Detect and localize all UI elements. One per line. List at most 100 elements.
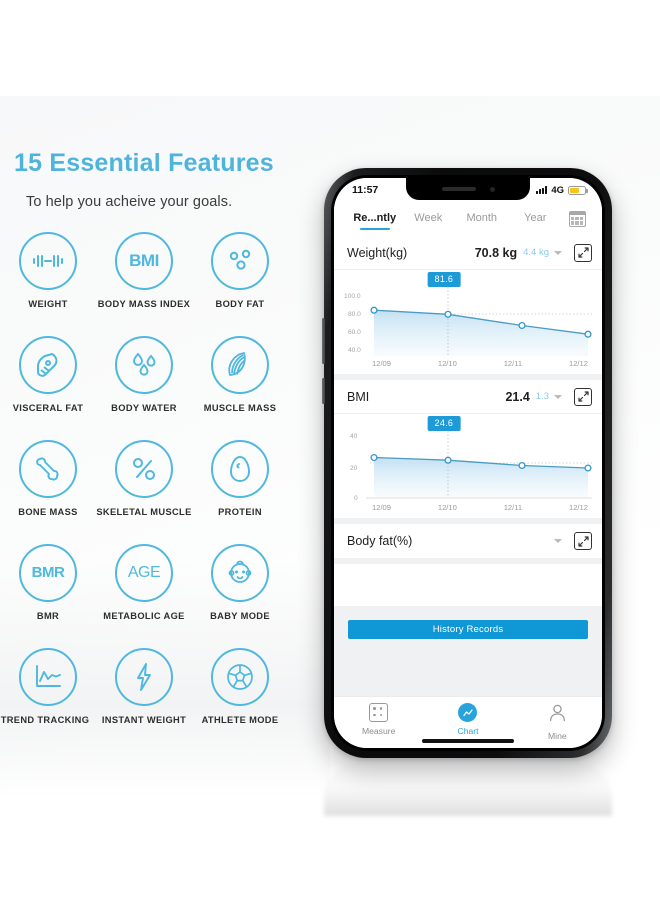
speaker-icon	[441, 187, 476, 191]
feature-item-body-fat: BODY FAT	[192, 231, 288, 336]
chart-line-icon	[458, 703, 478, 722]
feature-item-skeletal-muscle: SKELETAL MUSCLE	[96, 439, 192, 544]
feature-label: ATHLETE MODE	[201, 714, 279, 725]
bmi-text-icon: BMI	[115, 231, 173, 290]
feature-item-bone-mass: BONE MASS	[0, 439, 96, 544]
network-label: 4G	[551, 184, 564, 196]
feature-label: BABY MODE	[210, 610, 270, 621]
weight-value: 70.8 kg	[474, 245, 518, 260]
bone-icon	[19, 439, 77, 498]
egg-icon	[211, 439, 269, 498]
x-tick: 12/12	[568, 503, 588, 512]
x-tick: 12/10	[437, 503, 457, 512]
weight-chart-xlabels: 12/09 12/10 12/11 12/12	[342, 359, 594, 368]
feature-label: METABOLIC AGE	[103, 610, 185, 621]
phone-volume-button	[322, 318, 325, 364]
expand-icon[interactable]	[574, 387, 592, 406]
nav-item-chart[interactable]: Chart	[423, 703, 512, 736]
nav-item-mine[interactable]: Mine	[513, 703, 602, 741]
expand-icon[interactable]	[574, 243, 592, 262]
bmr-text-icon: BMR	[19, 543, 77, 602]
x-tick: 12/09	[372, 503, 392, 512]
chevron-down-icon[interactable]	[554, 394, 562, 399]
nav-label: Mine	[548, 731, 567, 741]
empty-placeholder-card	[334, 564, 602, 606]
tab-recently[interactable]: Re...ntly	[348, 208, 402, 230]
body-fat-card-header: Body fat(%)	[334, 524, 602, 558]
status-time: 11:57	[352, 184, 379, 196]
feature-label: PROTEIN	[218, 506, 262, 517]
camera-icon	[489, 186, 495, 192]
bmi-chart-svg: 40 20 0	[350, 424, 592, 502]
weight-card-header: Weight(kg) 70.8 kg 4.4 kg	[334, 236, 602, 270]
feature-label: BODY FAT	[215, 298, 265, 309]
features-grid: WEIGHT BMI BODY MASS INDEX BODY FAT VISC…	[0, 231, 330, 752]
bmi-card-header: BMI 21.4 1.3	[334, 380, 602, 414]
feature-label: MUSCLE MASS	[203, 402, 277, 413]
baby-face-icon	[211, 543, 269, 602]
chevron-down-icon[interactable]	[554, 250, 562, 255]
weight-chart-callout: 81.6	[427, 272, 461, 287]
svg-text:100.0: 100.0	[344, 293, 361, 300]
feature-label: BMR	[36, 610, 60, 621]
history-records-wrap: History Records	[334, 612, 602, 649]
status-indicators: 4G	[535, 184, 588, 196]
person-icon	[548, 703, 567, 727]
x-tick: 12/09	[372, 359, 392, 368]
calendar-icon	[568, 211, 586, 227]
tab-label: Month	[466, 212, 498, 224]
scale-dots-icon	[369, 703, 389, 722]
body-fat-icon	[211, 231, 269, 290]
calendar-button[interactable]	[562, 211, 592, 227]
x-tick: 12/11	[503, 503, 523, 512]
content-scroll-area[interactable]: Weight(kg) 70.8 kg 4.4 kg 81.6 100.0 80.…	[334, 236, 602, 696]
battery-icon	[568, 185, 588, 195]
tab-month[interactable]: Month	[455, 208, 509, 230]
age-text-icon: AGE	[115, 543, 173, 602]
weight-delta: 4.4 kg	[523, 247, 549, 258]
home-indicator	[422, 739, 514, 743]
feature-item-bmr: BMR BMR	[0, 543, 96, 648]
page-title: 15 Essential Features	[14, 149, 274, 177]
visceral-fat-icon	[19, 335, 77, 394]
svg-text:60.0: 60.0	[348, 329, 361, 336]
feature-label: BODY WATER	[111, 402, 177, 413]
svg-text:80.0: 80.0	[348, 311, 361, 318]
svg-text:40.0: 40.0	[348, 347, 361, 354]
signal-bars-icon	[535, 186, 548, 194]
bmi-delta: 1.3	[535, 391, 549, 402]
app-screen: 11:57 4G Re...ntly Week Month Year Weigh…	[334, 178, 602, 748]
svg-text:0: 0	[354, 495, 358, 502]
tab-label: Year	[524, 212, 547, 224]
muscle-icon	[211, 335, 269, 394]
period-tabs: Re...ntly Week Month Year	[334, 202, 602, 236]
feature-label: VISCERAL FAT	[12, 402, 84, 413]
expand-icon[interactable]	[574, 532, 592, 550]
weight-chart: 81.6 100.0 80.0 60.0 40.0 12/09 12/10 12…	[334, 270, 602, 374]
percent-icon	[115, 439, 173, 498]
phone-power-button	[322, 378, 325, 404]
feature-label: BONE MASS	[18, 506, 78, 517]
feature-item-bmi: BMI BODY MASS INDEX	[96, 231, 192, 336]
feature-item-visceral-fat: VISCERAL FAT	[0, 335, 96, 440]
x-tick: 12/10	[437, 359, 457, 368]
feature-item-athlete-mode: ATHLETE MODE	[192, 647, 288, 752]
feature-label: TREND TRACKING	[0, 714, 90, 725]
feature-item-body-water: BODY WATER	[96, 335, 192, 440]
age-glyph: AGE	[127, 563, 161, 581]
nav-item-measure[interactable]: Measure	[334, 703, 423, 736]
tab-label: Re...ntly	[353, 212, 397, 224]
bmi-card: BMI 21.4 1.3 24.6 40 20 0 12/09 12/10 12…	[334, 380, 602, 518]
bmi-chart-callout: 24.6	[427, 416, 461, 431]
water-drops-icon	[115, 335, 173, 394]
tab-week[interactable]: Week	[402, 208, 456, 230]
weight-card: Weight(kg) 70.8 kg 4.4 kg 81.6 100.0 80.…	[334, 236, 602, 374]
tab-year[interactable]: Year	[509, 208, 563, 230]
phone-bezel: 11:57 4G Re...ntly Week Month Year Weigh…	[331, 175, 605, 751]
bmr-glyph: BMR	[31, 564, 65, 581]
feature-label: WEIGHT	[28, 298, 68, 309]
feature-item-weight: WEIGHT	[0, 231, 96, 336]
chevron-down-icon[interactable]	[554, 539, 562, 543]
phone-mockup: 11:57 4G Re...ntly Week Month Year Weigh…	[322, 168, 612, 758]
history-records-button[interactable]: History Records	[348, 620, 588, 639]
